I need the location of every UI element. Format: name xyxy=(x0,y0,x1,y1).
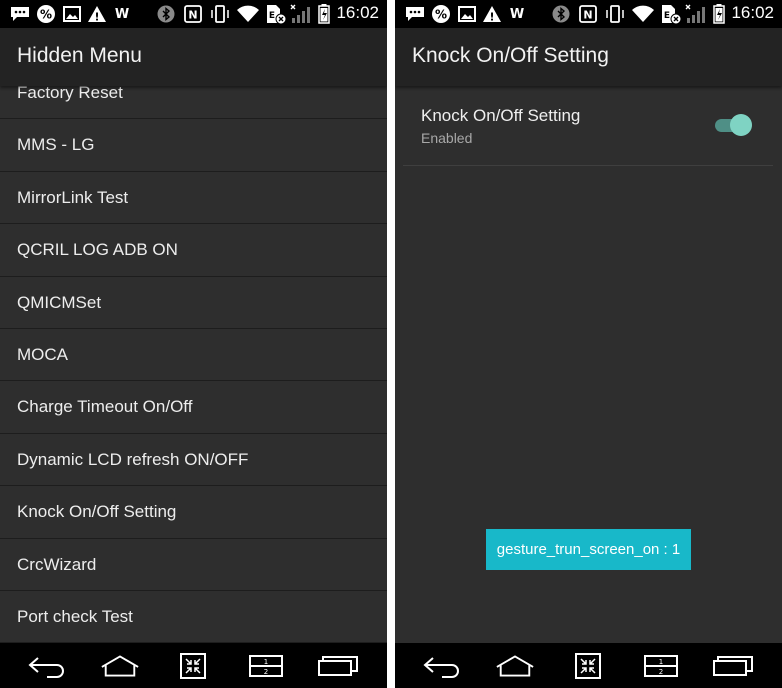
qslide-button[interactable] xyxy=(173,653,213,679)
battery-icon xyxy=(317,4,331,24)
nav-bar: 12 xyxy=(395,643,782,688)
menu-item-label: QCRIL LOG ADB ON xyxy=(17,240,178,260)
sim-icon: E xyxy=(265,4,287,24)
dual-window-button[interactable]: 12 xyxy=(641,653,681,679)
vibrate-icon xyxy=(605,4,625,24)
image-icon xyxy=(457,4,477,24)
menu-item-label: Factory Reset xyxy=(17,83,123,102)
page-title: Hidden Menu xyxy=(17,44,142,67)
wifi-icon xyxy=(631,4,655,24)
signal-icon xyxy=(685,4,709,24)
bluetooth-icon xyxy=(156,4,176,24)
nav-bar: 12 xyxy=(0,643,387,688)
right-screen: % ! W N E 16:02 Knock On/Off Setting Kno… xyxy=(395,0,782,688)
recent-apps-icon xyxy=(713,656,753,676)
menu-item-qmicmset[interactable]: QMICMSet xyxy=(0,277,387,329)
recent-apps-icon xyxy=(318,656,358,676)
message-icon xyxy=(7,4,33,24)
signal-icon xyxy=(290,4,314,24)
menu-item-qcril-log[interactable]: QCRIL LOG ADB ON xyxy=(0,224,387,277)
nfc-glyph: N xyxy=(583,9,592,22)
battery-icon xyxy=(712,4,726,24)
dual-window-button[interactable]: 12 xyxy=(246,653,286,679)
vibrate-icon xyxy=(210,4,230,24)
menu-item-knock-setting[interactable]: Knock On/Off Setting xyxy=(0,486,387,539)
dual-window-label-1: 1 xyxy=(264,658,268,666)
percent-icon: % xyxy=(431,4,451,24)
w-icon: W xyxy=(114,6,130,22)
menu-item-port-check[interactable]: Port check Test xyxy=(0,591,387,644)
knock-setting-row[interactable]: Knock On/Off Setting Enabled xyxy=(403,88,773,166)
wifi-icon xyxy=(236,4,260,24)
dual-window-icon: 12 xyxy=(644,655,678,677)
menu-item-label: QMICMSet xyxy=(17,292,102,312)
menu-item-mirrorlink-test[interactable]: MirrorLink Test xyxy=(0,172,387,225)
recent-apps-button[interactable] xyxy=(713,653,753,679)
home-button[interactable] xyxy=(495,653,535,679)
warning-icon: ! xyxy=(87,4,107,24)
back-button[interactable] xyxy=(27,653,67,679)
home-button[interactable] xyxy=(100,653,140,679)
recent-apps-button[interactable] xyxy=(318,653,358,679)
sim-glyph: E xyxy=(664,11,670,21)
nfc-glyph: N xyxy=(188,9,197,22)
menu-item-label: CrcWizard xyxy=(17,554,97,574)
menu-item-label: MOCA xyxy=(17,344,68,364)
hidden-menu-list: Factory Reset MMS - LG MirrorLink Test Q… xyxy=(0,67,387,644)
menu-item-mms-lg[interactable]: MMS - LG xyxy=(0,119,387,172)
toast-message: gesture_trun_screen_on : 1 xyxy=(486,529,691,570)
status-time: 16:02 xyxy=(336,3,379,22)
message-icon xyxy=(402,4,428,24)
percent-icon: % xyxy=(36,4,56,24)
status-time: 16:02 xyxy=(731,3,774,22)
warning-icon: ! xyxy=(482,4,502,24)
percent-glyph: % xyxy=(435,8,447,22)
bluetooth-icon xyxy=(551,4,571,24)
dual-window-label-2: 2 xyxy=(659,668,663,676)
menu-item-crcwizard[interactable]: CrcWizard xyxy=(0,539,387,591)
setting-title: Knock On/Off Setting xyxy=(421,106,581,125)
warning-glyph: ! xyxy=(94,11,99,24)
left-screen: % ! W N E 16:02 Factory Reset MMS - LG M… xyxy=(0,0,387,688)
sim-glyph: E xyxy=(269,11,275,21)
menu-item-charge-timeout[interactable]: Charge Timeout On/Off xyxy=(0,381,387,434)
menu-item-label: MirrorLink Test xyxy=(17,187,129,207)
qslide-icon xyxy=(575,653,601,679)
home-icon xyxy=(496,655,534,677)
menu-item-label: Dynamic LCD refresh ON/OFF xyxy=(17,449,249,469)
menu-item-moca[interactable]: MOCA xyxy=(0,329,387,382)
status-bar: % ! W N E 16:02 xyxy=(395,0,782,28)
toggle-thumb xyxy=(730,114,752,136)
action-bar: Knock On/Off Setting xyxy=(395,28,782,86)
home-icon xyxy=(101,655,139,677)
image-icon xyxy=(62,4,82,24)
menu-item-label: Knock On/Off Setting xyxy=(17,502,177,522)
back-button[interactable] xyxy=(422,653,462,679)
knock-toggle-switch[interactable] xyxy=(715,113,753,137)
dual-window-label-2: 2 xyxy=(264,668,268,676)
status-bar: % ! W N E 16:02 xyxy=(0,0,387,28)
percent-glyph: % xyxy=(40,8,52,22)
nfc-icon: N xyxy=(578,4,598,24)
back-icon xyxy=(423,657,459,678)
sim-icon: E xyxy=(660,4,682,24)
warning-glyph: ! xyxy=(489,11,494,24)
page-title: Knock On/Off Setting xyxy=(412,44,609,67)
nfc-icon: N xyxy=(183,4,203,24)
screen-divider xyxy=(387,0,395,688)
dual-window-label-1: 1 xyxy=(659,658,663,666)
qslide-icon xyxy=(180,653,206,679)
w-icon: W xyxy=(509,6,525,22)
dual-window-icon: 12 xyxy=(249,655,283,677)
back-icon xyxy=(28,657,64,678)
menu-item-label: MMS - LG xyxy=(17,135,95,155)
action-bar: Hidden Menu xyxy=(0,28,387,86)
setting-status: Enabled xyxy=(421,130,473,146)
menu-item-label: Charge Timeout On/Off xyxy=(17,397,193,417)
menu-item-label: Port check Test xyxy=(17,606,133,626)
qslide-button[interactable] xyxy=(568,653,608,679)
menu-item-dynamic-lcd[interactable]: Dynamic LCD refresh ON/OFF xyxy=(0,434,387,487)
